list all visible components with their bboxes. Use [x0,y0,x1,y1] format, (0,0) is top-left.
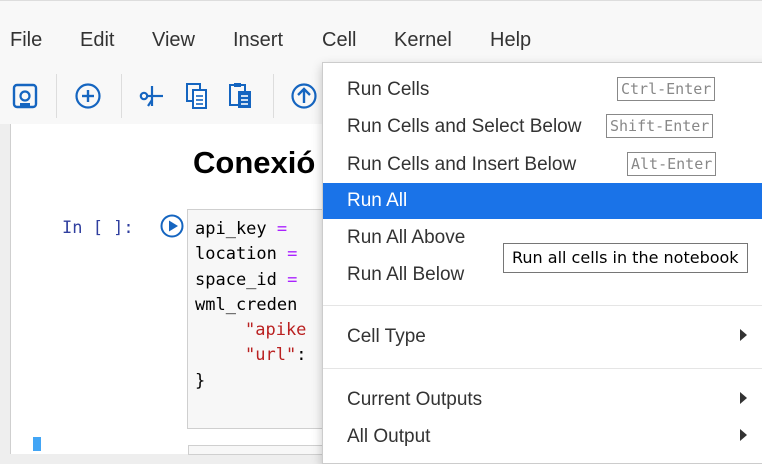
paste-icon[interactable] [223,78,259,114]
menu-cell[interactable]: Cell [322,28,356,52]
save-icon[interactable] [7,78,43,114]
move-up-icon[interactable] [286,78,322,114]
code-line: "apike [245,320,307,340]
menu-view[interactable]: View [152,28,195,52]
menu-help[interactable]: Help [490,28,531,52]
menu-bar: File Edit View Insert Cell Kernel Help [0,0,762,69]
code-line: space_id = [195,270,298,290]
menu-item-run-cells-insert-below[interactable]: Run Cells and Insert Below Alt-Enter [323,147,762,183]
code-line: api_key = [195,219,288,239]
submenu-arrow-icon [740,392,747,404]
toolbar-divider [273,74,274,118]
menu-file[interactable]: File [10,28,42,52]
menu-kernel[interactable]: Kernel [394,28,452,52]
code-line: wml_creden [195,295,298,315]
shortcut-ctrl-enter: Ctrl-Enter [617,77,716,101]
toolbar-divider [121,74,122,118]
cut-icon[interactable] [133,78,169,114]
menu-divider [323,305,762,306]
add-cell-icon[interactable] [70,78,106,114]
menu-edit[interactable]: Edit [80,28,114,52]
submenu-arrow-icon [740,329,747,341]
menu-item-run-cells[interactable]: Run Cells Ctrl-Enter [323,72,762,108]
code-line: "url": [245,345,307,365]
shortcut-alt-enter: Alt-Enter [627,152,717,176]
code-line: } [195,371,206,391]
menu-item-run-cells-select-below[interactable]: Run Cells and Select Below Shift-Enter [323,109,762,145]
next-cell-editor[interactable] [188,445,330,455]
run-cell-icon[interactable] [160,214,184,238]
menu-divider [323,368,762,369]
toolbar-divider [56,74,57,118]
shortcut-shift-enter: Shift-Enter [606,114,714,138]
menu-item-run-all[interactable]: Run All [323,183,762,219]
code-line: location = [195,244,298,264]
menu-item-cell-type[interactable]: Cell Type [323,319,762,355]
markdown-heading: Conexió [193,145,316,180]
menu-item-all-output[interactable]: All Output [323,419,762,455]
copy-icon[interactable] [179,78,215,114]
menu-insert[interactable]: Insert [233,28,283,52]
cell-prompt: In [ ]: [62,218,134,238]
submenu-arrow-icon [740,429,747,441]
tooltip: Run all cells in the notebook [503,243,748,273]
menu-item-current-outputs[interactable]: Current Outputs [323,382,762,418]
next-cell-selection-bar [33,437,41,451]
